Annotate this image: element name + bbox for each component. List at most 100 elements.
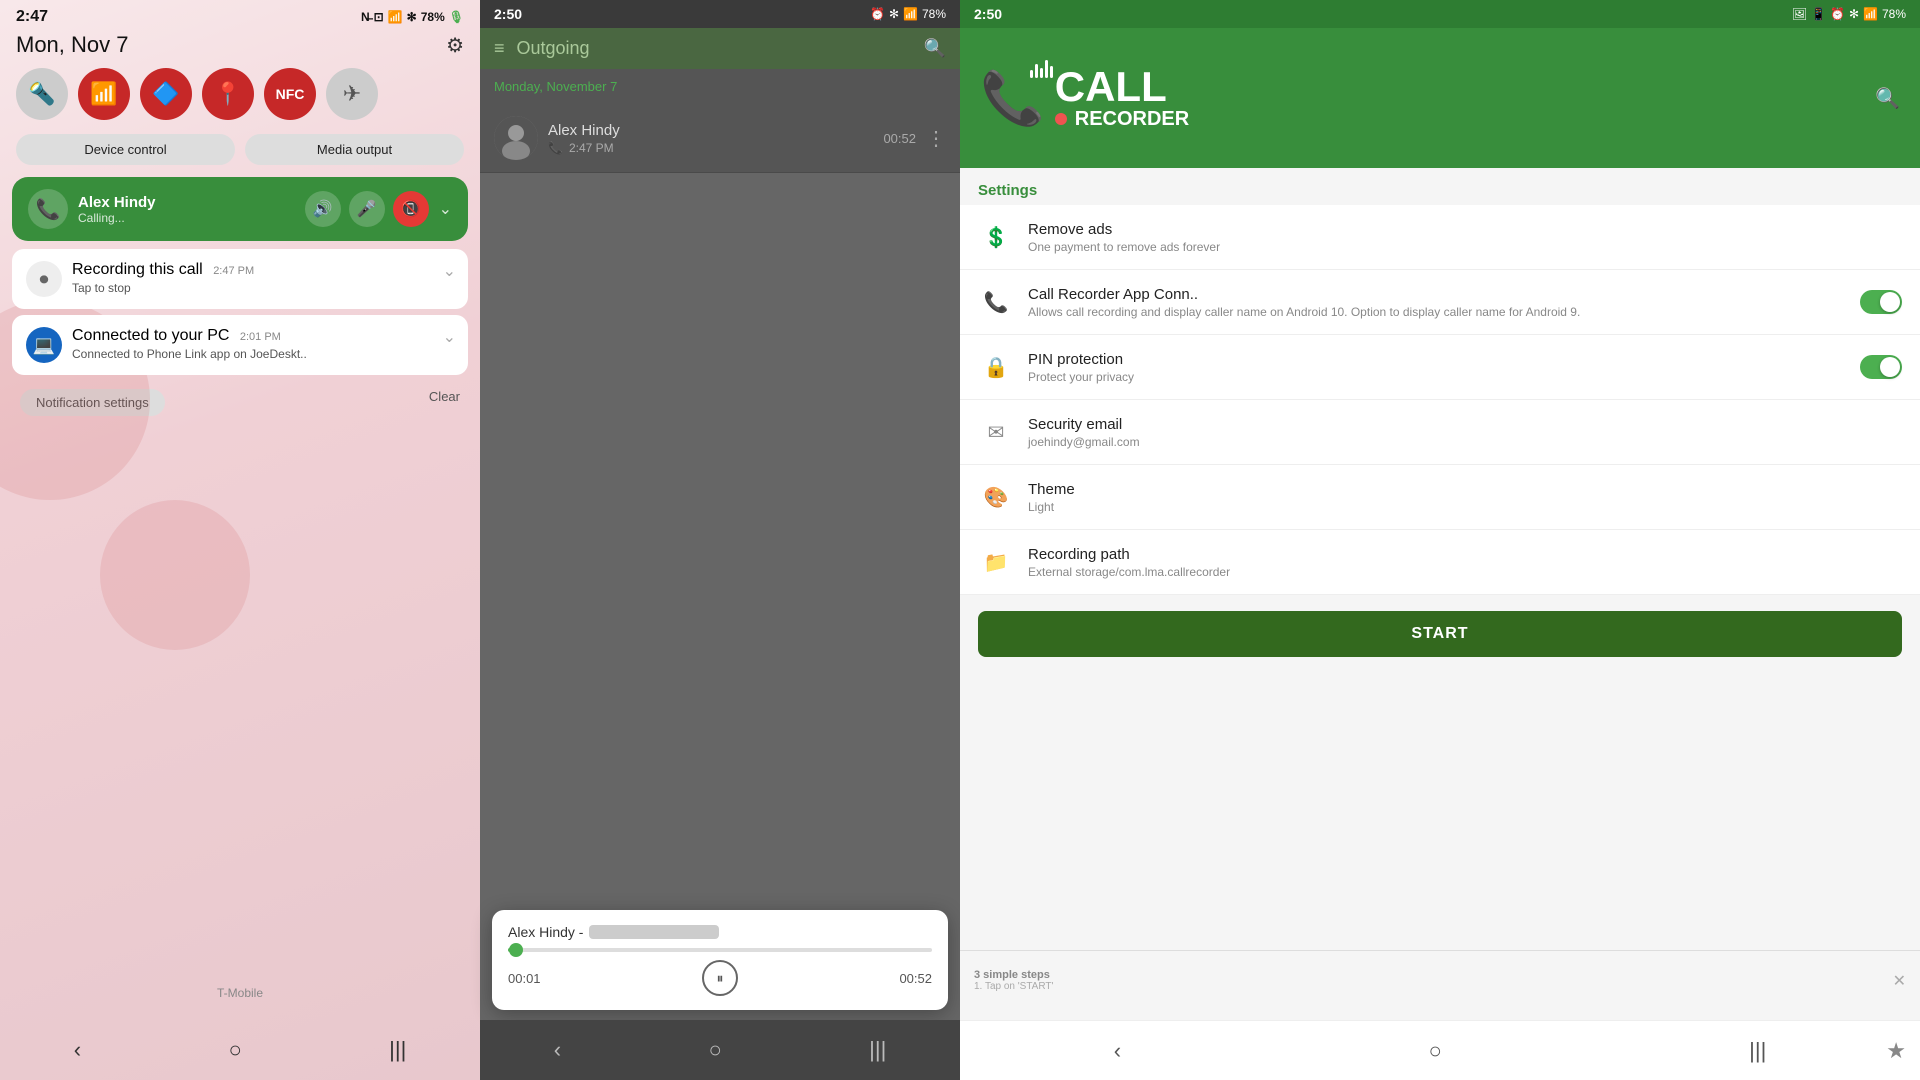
recording-notif-time: 2:47 PM — [213, 265, 254, 277]
device-media-row: Device control Media output — [0, 134, 480, 177]
p3-navigation-bar: ‹ ○ ||| ★ — [960, 1020, 1920, 1080]
pc-notif-icon: 💻 — [26, 327, 62, 363]
wifi-toggle[interactable]: 📶 — [78, 68, 130, 120]
end-call-button[interactable]: 📵 — [393, 191, 429, 227]
call-name: Alex Hindy — [78, 194, 295, 211]
app-title-text: CALL RECORDER — [1055, 66, 1189, 131]
recording-notif-body: Tap to stop — [72, 281, 454, 295]
p2-search-icon[interactable]: 🔍 — [924, 38, 946, 59]
pin-protection-icon: 🔒 — [978, 349, 1014, 385]
mute-button[interactable]: 🎤 — [349, 191, 385, 227]
favorite-star-icon[interactable]: ★ — [1886, 1038, 1906, 1064]
p3-status-time: 2:50 — [974, 6, 1002, 22]
p2-wifi-icon: 📶 — [903, 7, 918, 21]
settings-gear-icon[interactable]: ⚙ — [446, 33, 464, 58]
panel-notification-shade: 2:47 N̶ ⊡ 📶 ✻ 78% 🎙 Mon, Nov 7 ⚙ 🔦 📶 🔷 📍… — [0, 0, 480, 1080]
more-options-icon[interactable]: ⋮ — [926, 126, 946, 151]
p3-bluetooth-icon: ✻ — [1849, 7, 1859, 21]
outgoing-call-icon: 📞 — [548, 141, 563, 155]
p3-status-icons: 🖼 📱 ⏰ ✻ 📶 78% — [1792, 7, 1906, 21]
p3-search-icon[interactable]: 🔍 — [1875, 86, 1900, 111]
nfc-toggle[interactable]: NFC — [264, 68, 316, 120]
notification-settings-button[interactable]: Notification settings — [20, 389, 165, 416]
call-list-item[interactable]: Alex Hindy 📞 2:47 PM 00:52 ⋮ — [480, 104, 960, 173]
call-recorder-conn-text: Call Recorder App Conn.. Allows call rec… — [1028, 286, 1846, 319]
p2-status-time: 2:50 — [494, 6, 522, 22]
notification-settings-row: Notification settings Clear — [0, 385, 480, 420]
location-toggle[interactable]: 📍 — [202, 68, 254, 120]
theme-title: Theme — [1028, 481, 1902, 498]
carrier-label: T-Mobile — [0, 986, 480, 1000]
p2-clock-icon: ⏰ — [870, 7, 885, 21]
recording-notification-card[interactable]: ⏺ Recording this call 2:47 PM Tap to sto… — [12, 249, 468, 309]
call-notification-card[interactable]: 📞 Alex Hindy Calling... 🔊 🎤 📵 ⌄ — [12, 177, 468, 241]
app-header-banner: 📞 CALL RECORDER 🔍 — [960, 28, 1920, 168]
recording-path-setting[interactable]: 📁 Recording path External storage/com.lm… — [960, 530, 1920, 595]
start-button[interactable]: START — [978, 611, 1902, 657]
p3-home-button[interactable]: ○ — [1428, 1038, 1441, 1064]
call-text: Alex Hindy Calling... — [78, 194, 295, 225]
theme-icon: 🎨 — [978, 479, 1014, 515]
p2-recents-button[interactable]: ||| — [869, 1037, 886, 1063]
p2-back-button[interactable]: ‹ — [554, 1037, 561, 1063]
recording-path-desc: External storage/com.lma.callrecorder — [1028, 565, 1902, 579]
torch-toggle[interactable]: 🔦 — [16, 68, 68, 120]
bluetooth-toggle[interactable]: 🔷 — [140, 68, 192, 120]
toggle-thumb-pin — [1880, 357, 1900, 377]
p2-home-button[interactable]: ○ — [708, 1037, 721, 1063]
ad-close-icon[interactable]: ✕ — [1893, 971, 1906, 991]
p3-recents-button[interactable]: ||| — [1749, 1038, 1766, 1064]
caller-name: Alex Hindy — [548, 122, 873, 139]
call-recorder-conn-toggle[interactable] — [1860, 290, 1902, 314]
remove-ads-setting[interactable]: 💲 Remove ads One payment to remove ads f… — [960, 205, 1920, 270]
recording-notif-icon: ⏺ — [26, 261, 62, 297]
recents-button[interactable]: ||| — [389, 1037, 406, 1063]
pin-protection-setting[interactable]: 🔒 PIN protection Protect your privacy — [960, 335, 1920, 400]
theme-setting[interactable]: 🎨 Theme Light — [960, 465, 1920, 530]
remove-ads-text: Remove ads One payment to remove ads for… — [1028, 221, 1902, 254]
pc-notif-chevron-icon[interactable]: ⌄ — [443, 327, 456, 347]
status-time: 2:47 — [16, 8, 48, 26]
security-email-desc: joehindy@gmail.com — [1028, 435, 1902, 449]
progress-thumb — [509, 943, 523, 957]
call-status: Calling... — [78, 211, 295, 225]
call-duration: 00:52 — [883, 131, 916, 146]
pc-notif-text: Connected to your PC 2:01 PM Connected t… — [72, 327, 454, 361]
p3-wifi-icon: 📶 — [1863, 7, 1878, 21]
pc-title-label: Connected to your PC — [72, 327, 229, 344]
player-time-row: 00:01 ⏸ 00:52 — [508, 960, 932, 996]
security-email-setting[interactable]: ✉ Security email joehindy@gmail.com — [960, 400, 1920, 465]
pin-protection-desc: Protect your privacy — [1028, 370, 1846, 384]
media-output-button[interactable]: Media output — [245, 134, 464, 165]
airplane-toggle[interactable]: ✈ — [326, 68, 378, 120]
clear-button[interactable]: Clear — [429, 389, 460, 416]
home-button[interactable]: ○ — [228, 1037, 241, 1063]
pc-notif-body: Connected to Phone Link app on JoeDeskt.… — [72, 347, 454, 361]
call-chevron-icon[interactable]: ⌄ — [439, 199, 452, 219]
call-time-row: 📞 2:47 PM — [548, 141, 873, 155]
p2-status-icons: ⏰ ✻ 📶 78% — [870, 7, 946, 21]
ad-steps-label: 3 simple steps — [974, 969, 1893, 981]
call-recorder-conn-setting[interactable]: 📞 Call Recorder App Conn.. Allows call r… — [960, 270, 1920, 335]
progress-fill — [508, 948, 516, 952]
recording-notif-chevron-icon[interactable]: ⌄ — [443, 261, 456, 281]
caller-avatar — [494, 116, 538, 160]
progress-bar[interactable] — [508, 948, 932, 952]
pin-protection-text: PIN protection Protect your privacy — [1028, 351, 1846, 384]
speaker-button[interactable]: 🔊 — [305, 191, 341, 227]
remove-ads-title: Remove ads — [1028, 221, 1902, 238]
ad-text: 3 simple steps 1. Tap on 'START' — [974, 969, 1893, 992]
device-control-button[interactable]: Device control — [16, 134, 235, 165]
call-recorder-conn-desc: Allows call recording and display caller… — [1028, 305, 1846, 319]
call-time: 2:47 PM — [569, 141, 614, 155]
pc-notification-card[interactable]: 💻 Connected to your PC 2:01 PM Connected… — [12, 315, 468, 375]
pause-button[interactable]: ⏸ — [702, 960, 738, 996]
p3-back-button[interactable]: ‹ — [1114, 1038, 1121, 1064]
navigation-bar: ‹ ○ ||| — [0, 1020, 480, 1080]
app-logo-group: 📞 CALL RECORDER — [980, 66, 1189, 131]
back-button[interactable]: ‹ — [74, 1037, 81, 1063]
hamburger-menu-icon[interactable]: ≡ — [494, 38, 505, 59]
p2-toolbar: ≡ Outgoing 🔍 — [480, 28, 960, 69]
pin-protection-toggle[interactable] — [1860, 355, 1902, 379]
recording-dot — [1055, 113, 1067, 125]
